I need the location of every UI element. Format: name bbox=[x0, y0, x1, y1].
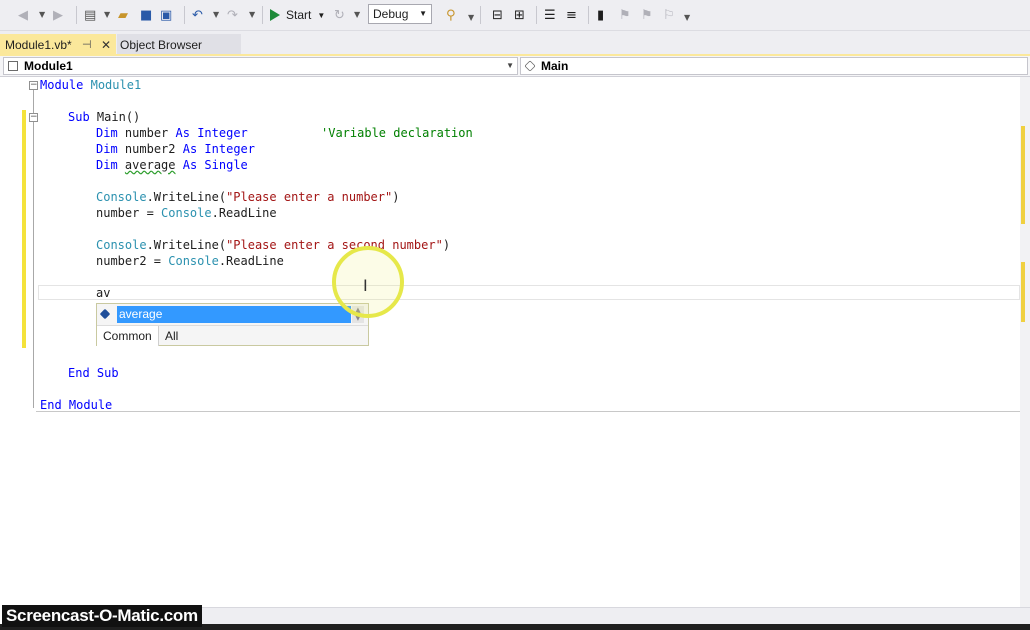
chevron-down-icon: ▼ bbox=[419, 9, 427, 18]
solution-configuration-select[interactable]: Debug ▼ bbox=[368, 4, 432, 24]
text-cursor-icon: I bbox=[363, 276, 368, 295]
undo-dropdown-icon[interactable]: ▼ bbox=[213, 10, 219, 19]
start-button[interactable]: Start ▼ bbox=[270, 5, 325, 25]
end-of-module-rule bbox=[36, 411, 1020, 412]
find-dropdown-icon[interactable]: ▼ bbox=[468, 13, 474, 22]
completion-item-average[interactable]: average bbox=[117, 306, 351, 323]
tab-object-browser[interactable]: Object Browser bbox=[117, 34, 241, 55]
current-line-highlight bbox=[38, 285, 1020, 300]
change-tracking-bar bbox=[22, 110, 26, 348]
open-file-icon[interactable]: ▰ bbox=[118, 5, 128, 25]
toolbar: ◀ ▼ ▶ ▤ ▼ ▰ ■ ▣ ↶ ▼ ↷ ▼ Start ▼ ↻ ▼ Debu… bbox=[0, 0, 1030, 31]
code-line: Sub Main() bbox=[68, 110, 141, 124]
code-line: Console.WriteLine("Please enter a number… bbox=[96, 190, 400, 204]
code-line: number = Console.ReadLine bbox=[96, 206, 277, 220]
tab-all[interactable]: All bbox=[165, 326, 178, 346]
member-dropdown-value: Main bbox=[541, 59, 569, 73]
method-icon bbox=[524, 60, 536, 72]
new-project-dropdown-icon[interactable]: ▼ bbox=[104, 10, 110, 19]
start-label: Start bbox=[286, 8, 312, 22]
step-over-icon[interactable]: ⊞ bbox=[514, 5, 525, 25]
toolbar-separator bbox=[76, 6, 77, 24]
code-line: Console.WriteLine("Please enter a second… bbox=[96, 238, 451, 252]
code-line: Dim number2 As Integer bbox=[96, 142, 255, 156]
new-project-icon[interactable]: ▤ bbox=[84, 5, 96, 25]
cursor-highlight bbox=[332, 246, 404, 318]
navigate-back-icon[interactable]: ◀ bbox=[18, 5, 28, 25]
variable-icon bbox=[99, 308, 111, 320]
watermark: Screencast-O-Matic.com bbox=[2, 605, 202, 627]
toolbar-overflow-icon[interactable]: ▼ bbox=[684, 13, 690, 22]
navigate-forward-icon[interactable]: ▶ bbox=[53, 5, 63, 25]
intellisense-popup: average ▲ ▼ Common All bbox=[96, 303, 369, 346]
find-in-files-icon[interactable]: ⚲ bbox=[446, 5, 456, 25]
uncomment-lines-icon[interactable]: ≡ bbox=[566, 5, 577, 25]
comment-lines-icon[interactable]: ☰ bbox=[544, 5, 556, 25]
code-comment: 'Variable declaration bbox=[321, 126, 473, 140]
save-icon[interactable]: ■ bbox=[140, 5, 152, 25]
previous-bookmark-icon[interactable]: ⚑ bbox=[619, 5, 631, 25]
collapse-sub-icon[interactable]: − bbox=[29, 113, 38, 122]
code-line: Module Module1 bbox=[40, 78, 142, 92]
outline-guide bbox=[33, 90, 34, 408]
code-line: End Module bbox=[40, 398, 113, 412]
type-dropdown[interactable]: Module1 ▼ bbox=[3, 57, 518, 75]
scrollbar-change-marker bbox=[1021, 126, 1025, 224]
tab-module1-label: Module1.vb* bbox=[5, 37, 72, 52]
code-line-current[interactable]: av bbox=[96, 285, 110, 301]
refresh-icon[interactable]: ↻ bbox=[334, 5, 345, 25]
member-dropdown[interactable]: Main bbox=[520, 57, 1028, 75]
code-line: End Sub bbox=[68, 366, 119, 380]
completion-filter-tabs: Common All bbox=[97, 325, 368, 346]
start-dropdown-icon[interactable]: ▼ bbox=[317, 11, 325, 20]
next-bookmark-icon[interactable]: ⚑ bbox=[641, 5, 653, 25]
close-icon[interactable]: ✕ bbox=[101, 38, 111, 52]
tab-module1[interactable]: Module1.vb* ⊣ ✕ bbox=[0, 34, 116, 55]
type-dropdown-value: Module1 bbox=[24, 59, 73, 73]
undo-icon[interactable]: ↶ bbox=[192, 5, 203, 25]
code-line: Dim average As Single bbox=[96, 158, 248, 172]
back-dropdown-icon[interactable]: ▼ bbox=[39, 10, 45, 19]
document-tab-strip: Module1.vb* ⊣ ✕ Object Browser bbox=[0, 31, 1030, 55]
toolbar-separator bbox=[480, 6, 481, 24]
tab-common[interactable]: Common bbox=[97, 326, 159, 346]
tab-object-browser-label: Object Browser bbox=[120, 37, 203, 52]
clear-bookmarks-icon[interactable]: ⚐ bbox=[663, 5, 675, 25]
step-into-icon[interactable]: ⊟ bbox=[492, 5, 503, 25]
play-icon bbox=[270, 9, 280, 21]
code-line: number2 = Console.ReadLine bbox=[96, 254, 284, 268]
code-line: Dim number As Integer bbox=[96, 126, 248, 140]
toolbar-separator bbox=[262, 6, 263, 24]
navigation-bar: Module1 ▼ Main bbox=[0, 56, 1030, 77]
pin-icon[interactable]: ⊣ bbox=[82, 38, 92, 51]
toolbar-separator bbox=[184, 6, 185, 24]
scrollbar-change-marker bbox=[1021, 262, 1025, 322]
module-icon bbox=[8, 61, 18, 71]
collapse-module-icon[interactable]: − bbox=[29, 81, 38, 90]
redo-dropdown-icon[interactable]: ▼ bbox=[249, 10, 255, 19]
bookmark-icon[interactable]: ▮ bbox=[597, 5, 604, 25]
toolbar-separator bbox=[536, 6, 537, 24]
redo-icon[interactable]: ↷ bbox=[227, 5, 238, 25]
refresh-dropdown-icon[interactable]: ▼ bbox=[354, 10, 360, 19]
toolbar-separator bbox=[588, 6, 589, 24]
save-all-icon[interactable]: ▣ bbox=[160, 5, 172, 25]
configuration-value: Debug bbox=[373, 7, 409, 21]
chevron-down-icon: ▼ bbox=[506, 61, 514, 70]
